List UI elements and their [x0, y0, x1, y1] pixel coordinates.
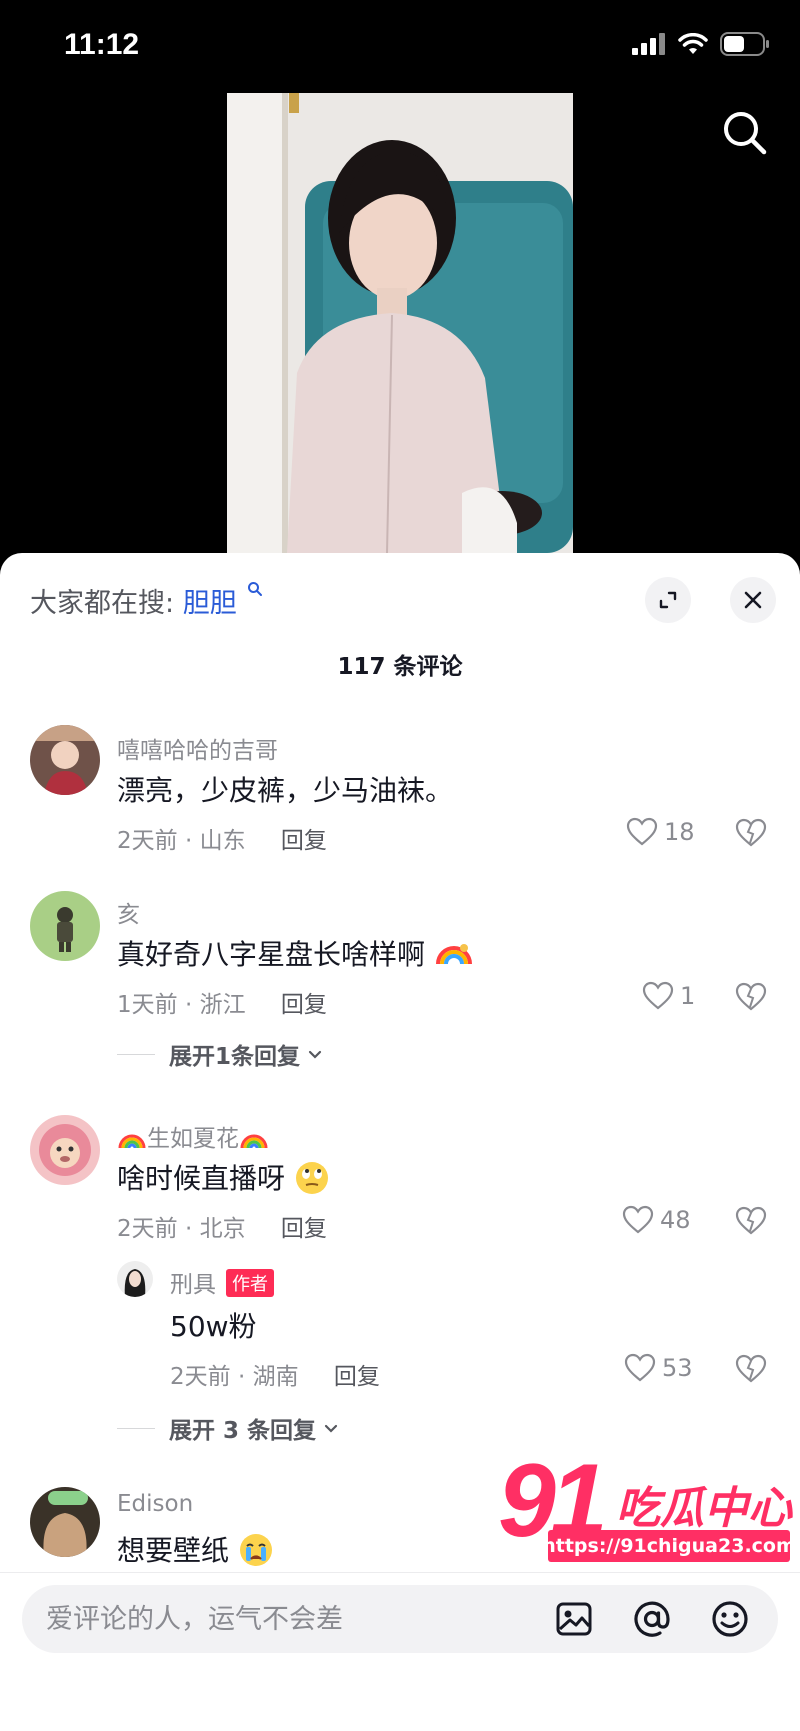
watermark-brand: 吃瓜中心 — [616, 1483, 792, 1534]
image-icon[interactable] — [554, 1599, 594, 1639]
hot-search-bar[interactable]: 大家都在搜: 胆胆 — [30, 581, 263, 620]
heart-icon — [624, 1353, 656, 1382]
expand-replies-button[interactable]: 展开1条回复 — [117, 1037, 324, 1071]
reply-username[interactable]: 刑具 作者 — [170, 1265, 274, 1299]
like-count: 53 — [662, 1354, 693, 1382]
comment-text: 漂亮，少皮裤，少马油袜。 — [117, 774, 454, 807]
avatar-image — [30, 725, 100, 795]
close-icon — [744, 591, 762, 609]
dislike-icon[interactable] — [735, 1353, 767, 1385]
expand-replies-label: 展开1条回复 — [169, 1044, 301, 1070]
comment-username[interactable]: 亥 — [117, 895, 140, 929]
expand-replies-button[interactable]: 展开 3 条回复 — [117, 1411, 340, 1445]
author-badge: 作者 — [226, 1269, 274, 1297]
rainbow-icon — [118, 1134, 146, 1149]
eye-roll-emoji-icon — [295, 1162, 328, 1194]
comment-text-content: 啥时候直播呀 — [117, 1162, 286, 1195]
comment-input-bar — [0, 1572, 800, 1731]
avatar[interactable] — [30, 1487, 100, 1557]
dislike-icon[interactable] — [735, 817, 767, 849]
like-button[interactable]: 48 — [622, 1205, 691, 1235]
heart-icon — [626, 817, 658, 846]
comment-username[interactable]: Edison — [117, 1491, 193, 1517]
emoji-icon[interactable] — [710, 1599, 750, 1639]
divider — [117, 1053, 155, 1055]
reply-text: 50w粉 — [170, 1310, 257, 1343]
avatar[interactable] — [30, 725, 100, 795]
like-button[interactable]: 18 — [626, 817, 695, 847]
comment-text: 啥时候直播呀 — [117, 1157, 330, 1197]
reply-username-text: 刑具 — [170, 1272, 216, 1298]
expand-replies-label: 展开 3 条回复 — [169, 1418, 317, 1444]
reply-time-location: 2天前 · 湖南 — [170, 1364, 299, 1390]
comment-meta: 1天前 · 浙江 回复 — [117, 985, 327, 1019]
comment-username[interactable]: 嘻嘻哈哈的吉哥 — [117, 731, 278, 765]
comment-time-location: 1天前 · 浙江 — [117, 992, 246, 1018]
avatar-image — [30, 1487, 100, 1557]
reply-avatar[interactable] — [117, 1261, 153, 1297]
wifi-icon — [678, 33, 708, 54]
username-text: 生如夏花 — [147, 1126, 239, 1152]
crying-emoji-icon — [239, 1534, 272, 1566]
reply-button[interactable]: 回复 — [281, 828, 327, 854]
heart-icon — [642, 981, 674, 1010]
search-small-icon — [248, 582, 263, 596]
hot-search-keyword[interactable]: 胆胆 — [183, 588, 237, 619]
comment-time-location: 2天前 · 北京 — [117, 1216, 246, 1242]
status-icons — [632, 32, 770, 56]
comment-username[interactable]: 生如夏花 — [117, 1119, 269, 1153]
mention-icon[interactable] — [632, 1599, 672, 1639]
avatar[interactable] — [30, 891, 100, 961]
like-count: 48 — [660, 1206, 691, 1234]
heart-icon — [622, 1205, 654, 1234]
comment-text-content: 真好奇八字星盘长啥样啊 — [117, 938, 426, 971]
battery-icon — [720, 32, 769, 56]
comment-text: 想要壁纸 — [117, 1529, 274, 1569]
dislike-icon[interactable] — [735, 981, 767, 1013]
expand-icon — [659, 591, 677, 609]
watermark-url: https://91chigua23.com — [542, 1530, 796, 1562]
like-button[interactable]: 53 — [624, 1353, 693, 1383]
comment-time-location: 2天前 · 山东 — [117, 828, 246, 854]
comment-input[interactable] — [46, 1585, 546, 1653]
rainbow-emoji-icon — [435, 944, 472, 965]
avatar-image — [30, 891, 100, 961]
dislike-icon[interactable] — [735, 1205, 767, 1237]
comment-text: 真好奇八字星盘长啥样啊 — [117, 933, 474, 973]
reply-button[interactable]: 回复 — [334, 1364, 380, 1390]
sheet-header: 大家都在搜: 胆胆 — [0, 553, 800, 623]
search-icon[interactable] — [720, 108, 770, 158]
status-time: 11:12 — [64, 28, 140, 61]
hot-search-prefix: 大家都在搜: — [30, 588, 175, 619]
comment-meta: 2天前 · 北京 回复 — [117, 1209, 327, 1243]
close-button[interactable] — [730, 577, 776, 623]
status-bar: 11:12 — [0, 0, 800, 90]
rainbow-icon — [240, 1134, 268, 1149]
comment-input-box[interactable] — [22, 1585, 778, 1653]
avatar-image — [30, 1115, 100, 1185]
reply-button[interactable]: 回复 — [281, 1216, 327, 1242]
comment-meta: 2天前 · 山东 回复 — [117, 821, 327, 855]
expand-button[interactable] — [645, 577, 691, 623]
reply-button[interactable]: 回复 — [281, 992, 327, 1018]
video-player[interactable] — [227, 93, 573, 553]
chevron-down-icon — [324, 1424, 338, 1433]
signal-icon — [632, 33, 665, 55]
comment-count: 117 条评论 — [337, 654, 463, 680]
chevron-down-icon — [308, 1050, 322, 1059]
reply-meta: 2天前 · 湖南 回复 — [170, 1357, 380, 1391]
watermark-logo: 91 吃瓜中心 https://91chigua23.com — [498, 1443, 798, 1568]
like-count: 18 — [664, 818, 695, 846]
divider — [117, 1427, 155, 1429]
comment-text-content: 想要壁纸 — [117, 1534, 230, 1567]
video-frame-image — [227, 93, 573, 553]
like-count: 1 — [680, 982, 696, 1010]
avatar-image — [117, 1261, 153, 1297]
like-button[interactable]: 1 — [642, 981, 695, 1011]
avatar[interactable] — [30, 1115, 100, 1185]
